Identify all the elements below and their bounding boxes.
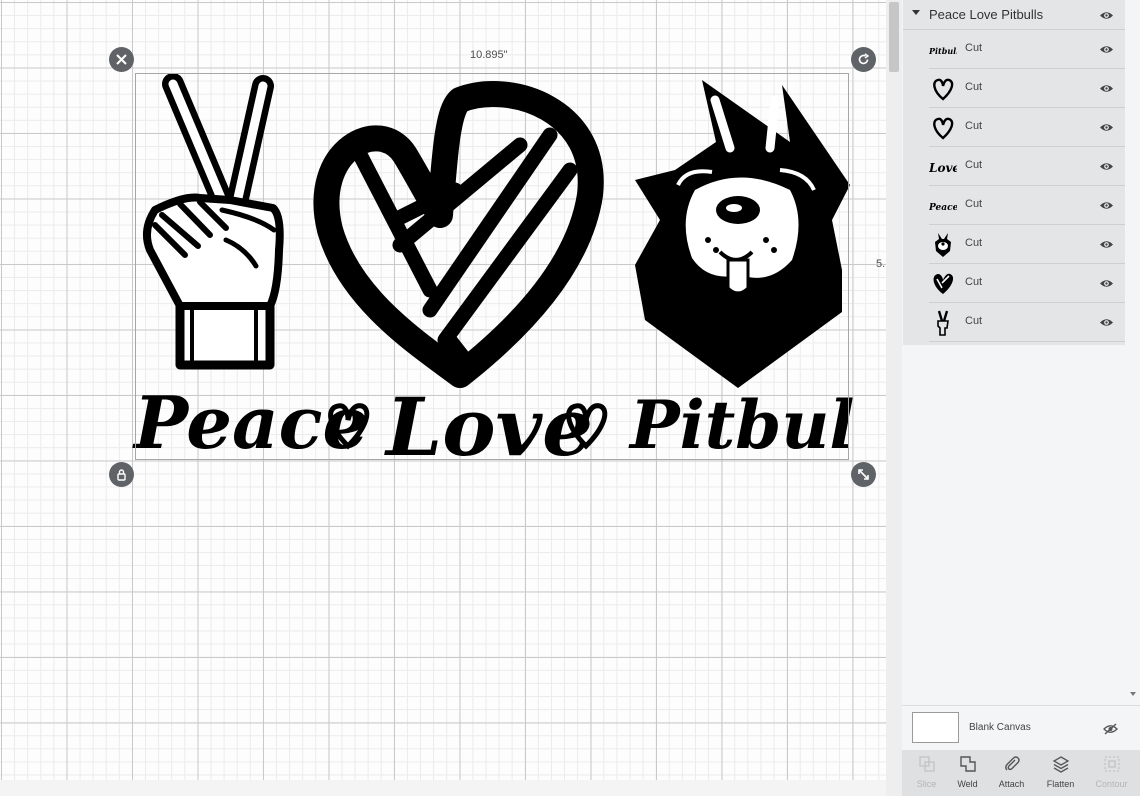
- eye-icon[interactable]: [1099, 44, 1114, 55]
- resize-handle[interactable]: [851, 462, 876, 487]
- layer-row[interactable]: Cut: [929, 303, 1125, 342]
- canvas-scrollbar-thumb[interactable]: [889, 2, 899, 72]
- blank-canvas-label: Blank Canvas: [969, 722, 1031, 733]
- layer-thumbnail: [933, 273, 954, 294]
- flatten-icon: [1052, 756, 1070, 773]
- eye-hidden-icon[interactable]: [1103, 723, 1118, 735]
- layer-thumbnail: Pitbulls: [929, 46, 957, 56]
- layer-operation-label: Cut: [965, 159, 983, 171]
- lock-handle[interactable]: [109, 462, 134, 487]
- canvas-scrollbar[interactable]: [886, 0, 902, 796]
- eye-icon[interactable]: [1099, 239, 1114, 250]
- eye-icon[interactable]: [1099, 10, 1114, 21]
- svg-text:Peace: Peace: [929, 203, 957, 213]
- attach-button[interactable]: Attach: [987, 750, 1036, 796]
- layer-row[interactable]: Peace Cut: [929, 186, 1125, 225]
- layer-thumbnail: [933, 117, 954, 140]
- layer-operation-label: Cut: [965, 81, 983, 93]
- rotate-icon: [858, 53, 870, 65]
- eye-icon[interactable]: [1099, 278, 1114, 289]
- weld-icon: [960, 756, 976, 772]
- layer-thumbnail: Peace: [929, 203, 957, 213]
- layer-operation-label: Cut: [965, 276, 983, 288]
- bottom-toolbar: Slice Weld Attach Flatten Contour: [902, 750, 1140, 796]
- contour-button[interactable]: Contour: [1087, 750, 1136, 796]
- layer-row[interactable]: Cut: [929, 264, 1125, 303]
- blank-canvas-row[interactable]: Blank Canvas: [902, 705, 1140, 751]
- resize-arrows-icon: [858, 469, 869, 480]
- slice-icon: [919, 756, 935, 772]
- layer-row[interactable]: Cut: [929, 69, 1125, 108]
- layer-row[interactable]: Pitbulls Cut: [929, 30, 1125, 69]
- layer-row[interactable]: Cut: [929, 225, 1125, 264]
- layer-thumbnail: [937, 310, 949, 336]
- layers-panel: Peace Love Pitbulls PitbullsCutCutCutLov…: [902, 0, 1140, 796]
- lock-icon: [117, 469, 126, 481]
- layer-group-title: Peace Love Pitbulls: [929, 7, 1044, 22]
- svg-text:Love: Love: [929, 161, 957, 175]
- rotate-handle[interactable]: [851, 47, 876, 72]
- panel-scrollbar[interactable]: [1127, 0, 1140, 705]
- canvas-bottom-bar: [0, 780, 886, 796]
- weld-label: Weld: [957, 779, 978, 789]
- layer-row[interactable]: Love Cut: [929, 147, 1125, 186]
- layer-operation-label: Cut: [965, 315, 983, 327]
- layer-thumbnail: Love: [929, 161, 957, 175]
- flatten-label: Flatten: [1046, 779, 1075, 789]
- flatten-button[interactable]: Flatten: [1036, 750, 1085, 796]
- contour-icon: [1104, 756, 1120, 772]
- layer-thumbnail: [933, 78, 954, 101]
- layer-operation-label: Cut: [965, 198, 983, 210]
- layer-group[interactable]: Peace Love Pitbulls PitbullsCutCutCutLov…: [903, 0, 1125, 345]
- contour-label: Contour: [1095, 779, 1128, 789]
- eye-icon[interactable]: [1099, 317, 1114, 328]
- delete-handle[interactable]: [109, 47, 134, 72]
- eye-icon[interactable]: [1099, 122, 1114, 133]
- layer-operation-label: Cut: [965, 120, 983, 132]
- attach-label: Attach: [998, 779, 1025, 789]
- collapse-caret-icon[interactable]: [912, 10, 920, 15]
- width-dimension-label: 10.895": [470, 49, 508, 61]
- layer-operation-label: Cut: [965, 237, 983, 249]
- scroll-down-icon[interactable]: [1130, 692, 1136, 696]
- layer-group-header[interactable]: Peace Love Pitbulls: [903, 0, 1125, 30]
- selection-bounding-box[interactable]: [135, 73, 849, 460]
- paperclip-icon: [1005, 756, 1020, 771]
- close-icon: [116, 54, 127, 65]
- canvas-swatch[interactable]: [912, 712, 959, 743]
- weld-button[interactable]: Weld: [943, 750, 992, 796]
- eye-icon[interactable]: [1099, 83, 1114, 94]
- layer-operation-label: Cut: [965, 42, 983, 54]
- svg-text:Pitbulls: Pitbulls: [929, 46, 957, 56]
- layer-row[interactable]: Cut: [929, 108, 1125, 147]
- height-dimension-label: 5.: [876, 258, 886, 270]
- layer-thumbnail: [935, 233, 951, 257]
- eye-icon[interactable]: [1099, 200, 1114, 211]
- eye-icon[interactable]: [1099, 161, 1114, 172]
